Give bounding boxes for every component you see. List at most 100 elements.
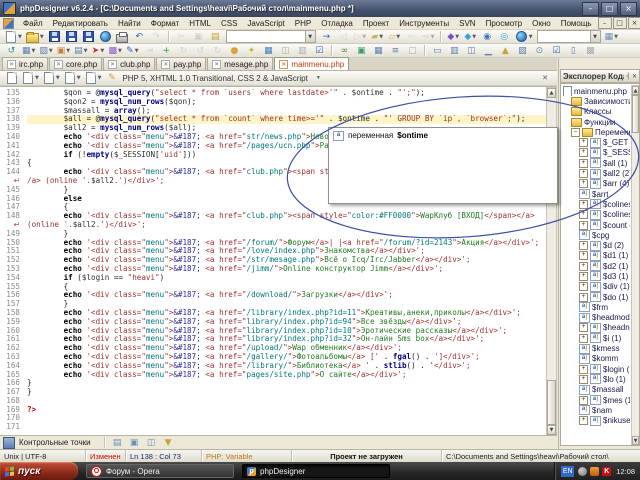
expand-icon[interactable]: +: [579, 251, 588, 260]
tray-kaspersky-icon[interactable]: K: [602, 467, 611, 476]
tree-item-$do-1-[interactable]: +a$do (1): [562, 292, 630, 302]
pin-icon[interactable]: ┤: [626, 73, 630, 80]
menu-item-13[interactable]: Просмотр: [481, 18, 528, 29]
tree-item-$d3-1-[interactable]: +a$d3 (1): [562, 271, 630, 281]
code-line-169[interactable]: 169?>: [0, 406, 546, 415]
quick-open-combo[interactable]: ▼: [226, 30, 316, 43]
menu-item-5[interactable]: HTML: [184, 18, 216, 29]
expand-icon[interactable]: +: [579, 416, 588, 425]
tab-pay.php[interactable]: ✕pay.php: [156, 57, 206, 70]
bp-window-button[interactable]: ◫: [144, 436, 159, 450]
code-line-wrap[interactable]: ↵(online '.$all2.')</div>';: [0, 221, 546, 230]
code-line-165[interactable]: 165 echo '<div class="menu">&#187; <a hr…: [0, 371, 546, 380]
tab-close-icon[interactable]: ✕: [279, 60, 288, 69]
goto-bookmark-button[interactable]: ▱▼: [387, 30, 402, 44]
indent-left-button[interactable]: ◁: [336, 30, 351, 44]
expand-icon[interactable]: +: [579, 375, 588, 384]
dropdown-caret-icon[interactable]: ▼: [431, 34, 435, 40]
scroll-up-button[interactable]: ▲: [547, 88, 556, 98]
tree-item-$d-2-[interactable]: +a$d (2): [562, 240, 630, 250]
tree-item--[interactable]: Классы: [562, 107, 630, 117]
ftp-sync-button[interactable]: ◎: [497, 30, 512, 44]
code-line-171[interactable]: 171: [0, 423, 546, 432]
tree-scroll-down-button[interactable]: ▼: [632, 436, 639, 445]
maximize-button[interactable]: □: [601, 2, 618, 16]
php-doc-icon[interactable]: [4, 71, 19, 85]
menu-item-7[interactable]: JavaScript: [242, 18, 289, 29]
menu-item-8[interactable]: PHP: [290, 18, 316, 29]
revert-button[interactable]: ↺: [4, 44, 19, 58]
tree-item-$nam[interactable]: a$nam: [562, 405, 630, 415]
tree-item--45[interactable]: –Переменные (45: [562, 127, 630, 137]
tree-item-$kmess[interactable]: a$kmess: [562, 343, 630, 353]
dropdown-caret-icon[interactable]: ▼: [472, 34, 476, 40]
code-line-170[interactable]: 170: [0, 414, 546, 423]
code-line-161[interactable]: 161 echo '<div class="menu">&#187; <a hr…: [0, 335, 546, 344]
copy-button[interactable]: ▣: [191, 30, 206, 44]
tree-item-$all-1-[interactable]: +a$all (1): [562, 158, 630, 168]
menu-item-11[interactable]: Инструменты: [394, 18, 454, 29]
dropdown-caret-icon[interactable]: ▼: [40, 34, 44, 40]
dropdown-caret-icon[interactable]: ▼: [49, 48, 53, 54]
tab-close-icon[interactable]: ✕: [7, 60, 16, 69]
split-view-button[interactable]: ◫: [278, 44, 293, 58]
menu-item-2[interactable]: Редактировать: [48, 18, 113, 29]
dropdown-caret-icon[interactable]: ▼: [32, 48, 36, 54]
tree-item-$arr-4-[interactable]: +a$arr (4): [562, 179, 630, 189]
tree-item-$massall[interactable]: a$massall: [562, 385, 630, 395]
dropdown-caret-icon[interactable]: ▼: [135, 48, 139, 54]
dropdown-caret-icon[interactable]: ▼: [614, 34, 618, 40]
combo-caret-icon[interactable]: ▼: [590, 31, 600, 42]
code-line-137[interactable]: 137 $massall = array();: [0, 107, 546, 116]
layout-button[interactable]: ▦▼: [604, 30, 619, 44]
tree-item-$all2-2-[interactable]: +a$all2 (2): [562, 168, 630, 178]
forward-button[interactable]: ⇨▼: [421, 30, 436, 44]
code-line-159[interactable]: 159 echo '<div class="menu">&#187; <a hr…: [0, 318, 546, 327]
edit-pen-button[interactable]: ✎▼: [125, 44, 140, 58]
expand-icon[interactable]: +: [579, 282, 588, 291]
doctype-js-button[interactable]: ▼: [63, 71, 82, 85]
tree-item-$cpg[interactable]: a$cpg: [562, 230, 630, 240]
doctype-html-button[interactable]: ▼: [21, 71, 40, 85]
tree-item--[interactable]: Функции: [562, 117, 630, 127]
menu-item-6[interactable]: CSS: [216, 18, 242, 29]
code-line-158[interactable]: 158 echo '<div class="menu">&#187; <a hr…: [0, 309, 546, 318]
expand-icon[interactable]: +: [579, 293, 588, 302]
code-line-136[interactable]: 136 $qon2 = mysql_num_rows($qon);: [0, 98, 546, 107]
tree-item-$count-1-[interactable]: +a$count (1): [562, 220, 630, 230]
code-line-167[interactable]: 167}: [0, 388, 546, 397]
validate-button[interactable]: ☑: [549, 44, 564, 58]
list-button[interactable]: ≡: [388, 44, 403, 58]
bp-copy-button[interactable]: ▣: [127, 436, 142, 450]
language-indicator[interactable]: EN: [561, 466, 574, 477]
tab-irc.php[interactable]: ✕irc.php: [2, 57, 48, 70]
combo-caret-icon[interactable]: ▼: [305, 31, 315, 42]
expand-icon[interactable]: +: [579, 221, 588, 230]
code-explorer-header[interactable]: Эксплорер Кода... ┤ ✕: [560, 69, 640, 83]
back-button[interactable]: ⇦: [404, 30, 419, 44]
insert-db-button[interactable]: ▨▼: [38, 44, 53, 58]
scroll-down-button[interactable]: ▼: [547, 425, 556, 435]
dropdown-caret-icon[interactable]: ▼: [379, 34, 383, 40]
syntax-check-button[interactable]: ◆▼: [446, 30, 461, 44]
indent-code-button[interactable]: ⇥: [142, 44, 157, 58]
save-all-button[interactable]: [64, 30, 79, 44]
tree-item-$d1-1-[interactable]: +a$d1 (1): [562, 251, 630, 261]
expand-icon[interactable]: +: [579, 365, 588, 374]
new-file-button[interactable]: ▼: [4, 30, 23, 44]
mdi-restore-button[interactable]: □: [613, 17, 627, 29]
tree-item-$login-1-[interactable]: +a$login (1): [562, 364, 630, 374]
menu-item-9[interactable]: Отладка: [316, 18, 358, 29]
panel-button[interactable]: ◫: [464, 44, 479, 58]
insert-image-button[interactable]: ▣▼: [56, 44, 71, 58]
code-line-163[interactable]: 163 echo '<div class="menu">&#187; <a hr…: [0, 353, 546, 362]
code-line-149[interactable]: 149 }: [0, 230, 546, 239]
tree-vertical-scrollbar[interactable]: ▲ ▼: [631, 85, 640, 446]
tab-mainmenu.php[interactable]: ✕mainmenu.php: [274, 57, 349, 70]
code-line-157[interactable]: 157 }: [0, 300, 546, 309]
cut-button[interactable]: ✂: [174, 30, 189, 44]
taskbar-button-phpDesigner[interactable]: pphpDesigner: [242, 464, 390, 478]
copyright-button[interactable]: ⊙: [532, 44, 547, 58]
dropdown-caret-icon[interactable]: ▼: [529, 34, 533, 40]
tree-item-$i-1-[interactable]: +a$i (1): [562, 333, 630, 343]
